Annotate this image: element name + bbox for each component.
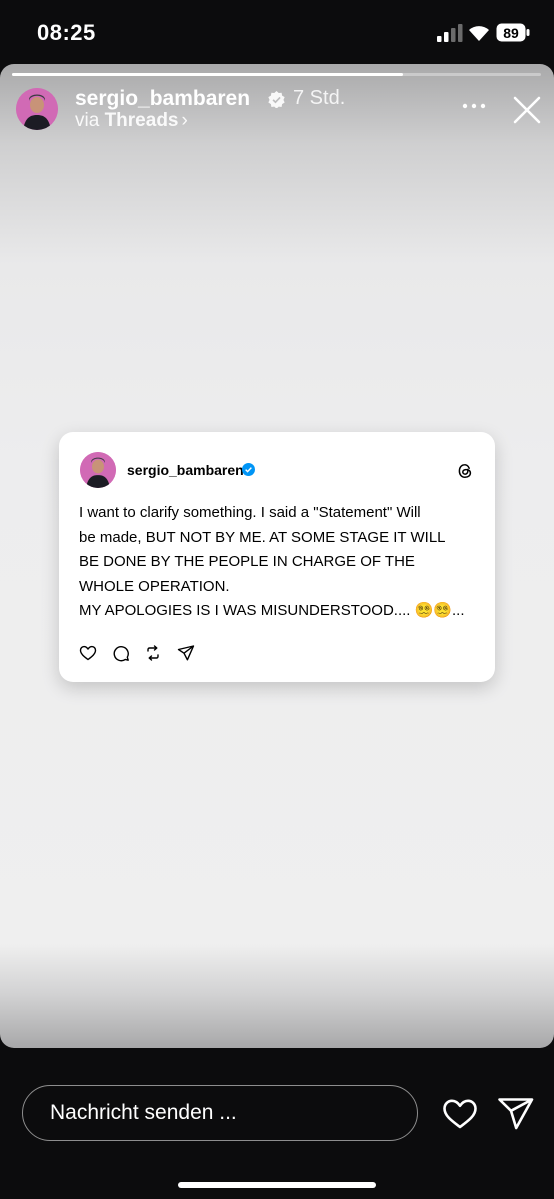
close-button[interactable] [511, 94, 543, 126]
post-text-line: I want to clarify something. I said a "S… [79, 504, 421, 521]
reply-bar: Nachricht senden ... [0, 1048, 554, 1199]
avatar-photo-icon [80, 452, 116, 488]
post-username: sergio_bambaren [127, 462, 244, 478]
heart-icon [79, 645, 97, 661]
message-input[interactable]: Nachricht senden ... [22, 1085, 418, 1141]
story-viewer[interactable]: sergio_bambaren 7 Std. via Threads › serg… [0, 64, 554, 1048]
post-text-line: WHOLE OPERATION. [79, 577, 230, 595]
avatar[interactable] [16, 88, 58, 130]
battery-level: 89 [503, 25, 519, 41]
via-threads-link[interactable]: via Threads › [75, 110, 188, 132]
post-text-line: be made, BUT NOT BY ME. AT SOME STAGE IT… [79, 528, 446, 546]
comment-icon [113, 646, 129, 662]
post-text: I want to clarify something. I said a "S… [79, 501, 479, 624]
avatar-photo-icon [16, 88, 58, 130]
more-options-button[interactable] [462, 94, 486, 118]
repost-icon [147, 645, 159, 661]
verified-badge-icon [242, 463, 255, 476]
message-input-placeholder: Nachricht senden ... [50, 1101, 237, 1124]
threads-post-card[interactable]: sergio_bambaren I want to clarify someth… [59, 432, 495, 682]
cellular-signal-icon [437, 24, 463, 42]
wifi-icon [469, 26, 489, 41]
home-indicator [178, 1182, 376, 1188]
via-prefix: via [75, 110, 100, 131]
via-app-name: Threads [104, 110, 179, 131]
post-avatar [80, 452, 116, 488]
send-button[interactable] [497, 1097, 535, 1131]
status-bar: 08:25 89 [0, 0, 554, 64]
battery-icon: 89 [496, 23, 530, 42]
post-text-line: BE DONE BY THE PEOPLE IN CHARGE OF THE [79, 553, 415, 570]
post-text-line: MY APOLOGIES IS I WAS MISUNDERSTOOD.... … [79, 602, 465, 619]
story-timestamp: 7 Std. [293, 87, 346, 109]
story-username[interactable]: sergio_bambaren [75, 87, 250, 111]
like-button[interactable] [442, 1098, 478, 1130]
verified-badge-icon [268, 91, 285, 108]
status-time: 08:25 [37, 20, 96, 45]
share-icon [177, 645, 195, 661]
story-progress-bar [12, 73, 541, 76]
chevron-right-icon: › [181, 110, 188, 131]
threads-logo-icon [458, 463, 472, 479]
story-progress-fill [12, 73, 404, 76]
